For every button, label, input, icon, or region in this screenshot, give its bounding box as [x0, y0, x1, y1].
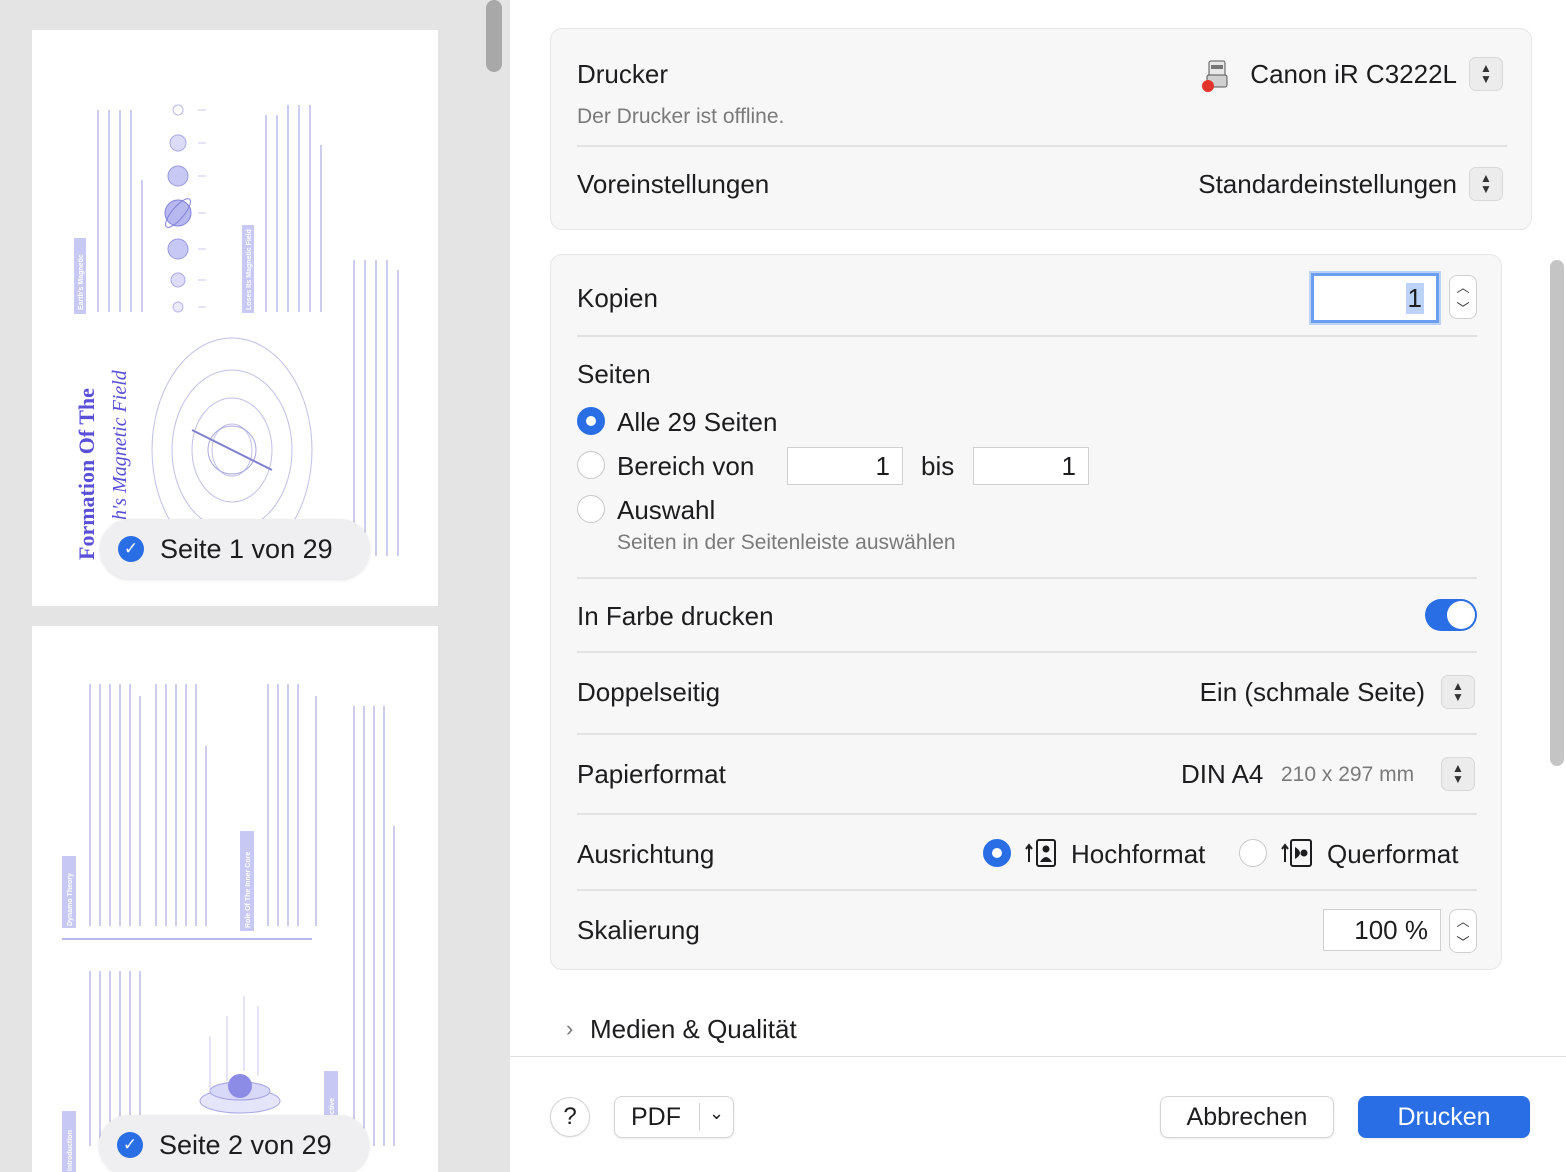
pages-all-radio[interactable]	[577, 407, 605, 435]
range-to-value: 1	[1061, 450, 1076, 481]
page-2-selected-label[interactable]: ✓ Seite 2 von 29	[99, 1115, 369, 1172]
pages-all-label: Alle 29 Seiten	[617, 407, 778, 437]
checkmark-icon: ✓	[118, 536, 144, 562]
disclosure-chevron-icon[interactable]: ›	[566, 1016, 573, 1042]
pages-selection-label: Auswahl	[617, 495, 716, 525]
color-toggle[interactable]	[1425, 599, 1477, 631]
printer-card: Drucker Der Drucker ist offline. Canon i…	[550, 28, 1532, 230]
divider	[577, 733, 1477, 735]
pdf-separator	[699, 1103, 700, 1131]
printer-status: Der Drucker ist offline.	[577, 105, 785, 128]
page-1-title-line1: Formation Of The	[74, 388, 99, 560]
divider	[577, 335, 1477, 337]
paper-select-chevrons-icon[interactable]: ▲ ▼	[1441, 757, 1475, 791]
stepper-down-icon[interactable]: ﹀	[1456, 298, 1469, 317]
print-settings-panel: Drucker Der Drucker ist offline. Canon i…	[510, 0, 1566, 1172]
orientation-label: Ausrichtung	[577, 839, 715, 869]
copies-input[interactable]: 1	[1311, 273, 1439, 323]
pdf-label: PDF	[631, 1102, 681, 1131]
stepper-up-icon[interactable]: ︿	[1456, 277, 1469, 296]
duplex-label: Doppelseitig	[577, 677, 721, 707]
presets-select-chevrons-icon[interactable]: ▲ ▼	[1469, 167, 1503, 201]
help-button[interactable]: ?	[550, 1097, 590, 1137]
paper-label: Papierformat	[577, 759, 726, 789]
divider	[577, 889, 1477, 891]
orientation-portrait-label: Hochformat	[1071, 839, 1206, 869]
chevron-down-icon[interactable]: ⌄	[709, 1103, 724, 1124]
range-to-input[interactable]: 1	[973, 447, 1089, 485]
printer-label: Drucker	[577, 59, 669, 89]
pages-range-radio[interactable]	[577, 451, 605, 479]
divider	[577, 145, 1507, 147]
page-2-section-b: Role Of The Inner Core	[245, 852, 252, 928]
media-quality-disclosure[interactable]: Medien & Qualität	[590, 1014, 797, 1045]
range-from-input[interactable]: 1	[787, 447, 903, 485]
orientation-landscape-radio[interactable]	[1239, 839, 1267, 867]
panel-scrollbar[interactable]	[1550, 260, 1564, 766]
stepper-down-icon[interactable]: ﹀	[1456, 932, 1469, 951]
printer-select-chevrons-icon[interactable]: ▲ ▼	[1469, 57, 1503, 91]
page-thumbnail-2[interactable]: Dynamo Theory Role Of The Inner Core Int…	[32, 626, 438, 1172]
scaling-label: Skalierung	[577, 915, 700, 945]
print-button[interactable]: Drucken	[1358, 1096, 1530, 1138]
page-2-section-c: Introduction	[67, 1130, 74, 1171]
page-1-title-line2: h's Magnetic Field	[109, 369, 131, 520]
page-2-preview: Dynamo Theory Role Of The Inner Core Int…	[32, 626, 438, 1172]
landscape-orientation-icon	[1281, 839, 1312, 867]
presets-label: Voreinstellungen	[577, 169, 770, 199]
page-1-section-b: Loses Its Magnetic Field	[246, 229, 253, 310]
paper-select[interactable]: DIN A4	[1181, 759, 1263, 790]
printer-icon	[1202, 60, 1228, 92]
sidebar-scrollbar[interactable]	[486, 0, 502, 72]
page-2-label: Seite 2 von 29	[159, 1129, 332, 1160]
copies-value: 1	[1405, 282, 1424, 314]
color-label: In Farbe drucken	[577, 601, 774, 631]
duplex-select[interactable]: Ein (schmale Seite)	[1200, 677, 1425, 708]
printer-select[interactable]: Canon iR C3222L	[1250, 59, 1457, 90]
range-to-label: bis	[921, 451, 955, 481]
scaling-stepper[interactable]: ︿ ﹀	[1449, 909, 1477, 953]
range-from-value: 1	[875, 450, 890, 481]
cancel-button[interactable]: Abbrechen	[1160, 1096, 1334, 1138]
dialog-footer: ? PDF ⌄ Abbrechen Drucken	[510, 1056, 1566, 1172]
page-1-label: Seite 1 von 29	[160, 533, 333, 564]
copies-label: Kopien	[577, 283, 658, 313]
scaling-value: 100 %	[1354, 914, 1428, 945]
page-thumbnail-sidebar[interactable]: Formation Of The h's Magnetic Field Eart…	[0, 0, 510, 1172]
pages-selection-radio[interactable]	[577, 495, 605, 523]
page-1-selected-label[interactable]: ✓ Seite 1 von 29	[100, 519, 370, 579]
divider	[577, 813, 1477, 815]
copies-stepper[interactable]: ︿ ﹀	[1449, 275, 1477, 319]
pages-selection-hint: Seiten in der Seitenleiste auswählen	[617, 531, 956, 554]
pages-label: Seiten	[577, 359, 651, 389]
checkmark-icon: ✓	[117, 1132, 143, 1158]
presets-select[interactable]: Standardeinstellungen	[1198, 169, 1457, 200]
orientation-landscape-label: Querformat	[1327, 839, 1459, 869]
divider	[577, 651, 1477, 653]
orientation-portrait-radio[interactable]	[983, 839, 1011, 867]
stepper-up-icon[interactable]: ︿	[1456, 911, 1469, 930]
paper-dimensions: 210 x 297 mm	[1281, 763, 1415, 786]
duplex-select-chevrons-icon[interactable]: ▲ ▼	[1441, 675, 1475, 709]
pages-range-label: Bereich von	[617, 451, 755, 481]
page-1-section-a: Earth's Magnetic	[78, 254, 85, 310]
settings-card: Kopien 1 ︿ ﹀ Seiten Alle 29 Seiten Berei…	[550, 254, 1502, 970]
divider	[577, 577, 1477, 579]
pdf-menu-button[interactable]: PDF ⌄	[614, 1096, 734, 1138]
page-2-section-a: Dynamo Theory	[67, 873, 74, 926]
portrait-orientation-icon	[1025, 839, 1056, 867]
scaling-input[interactable]: 100 %	[1323, 909, 1441, 951]
